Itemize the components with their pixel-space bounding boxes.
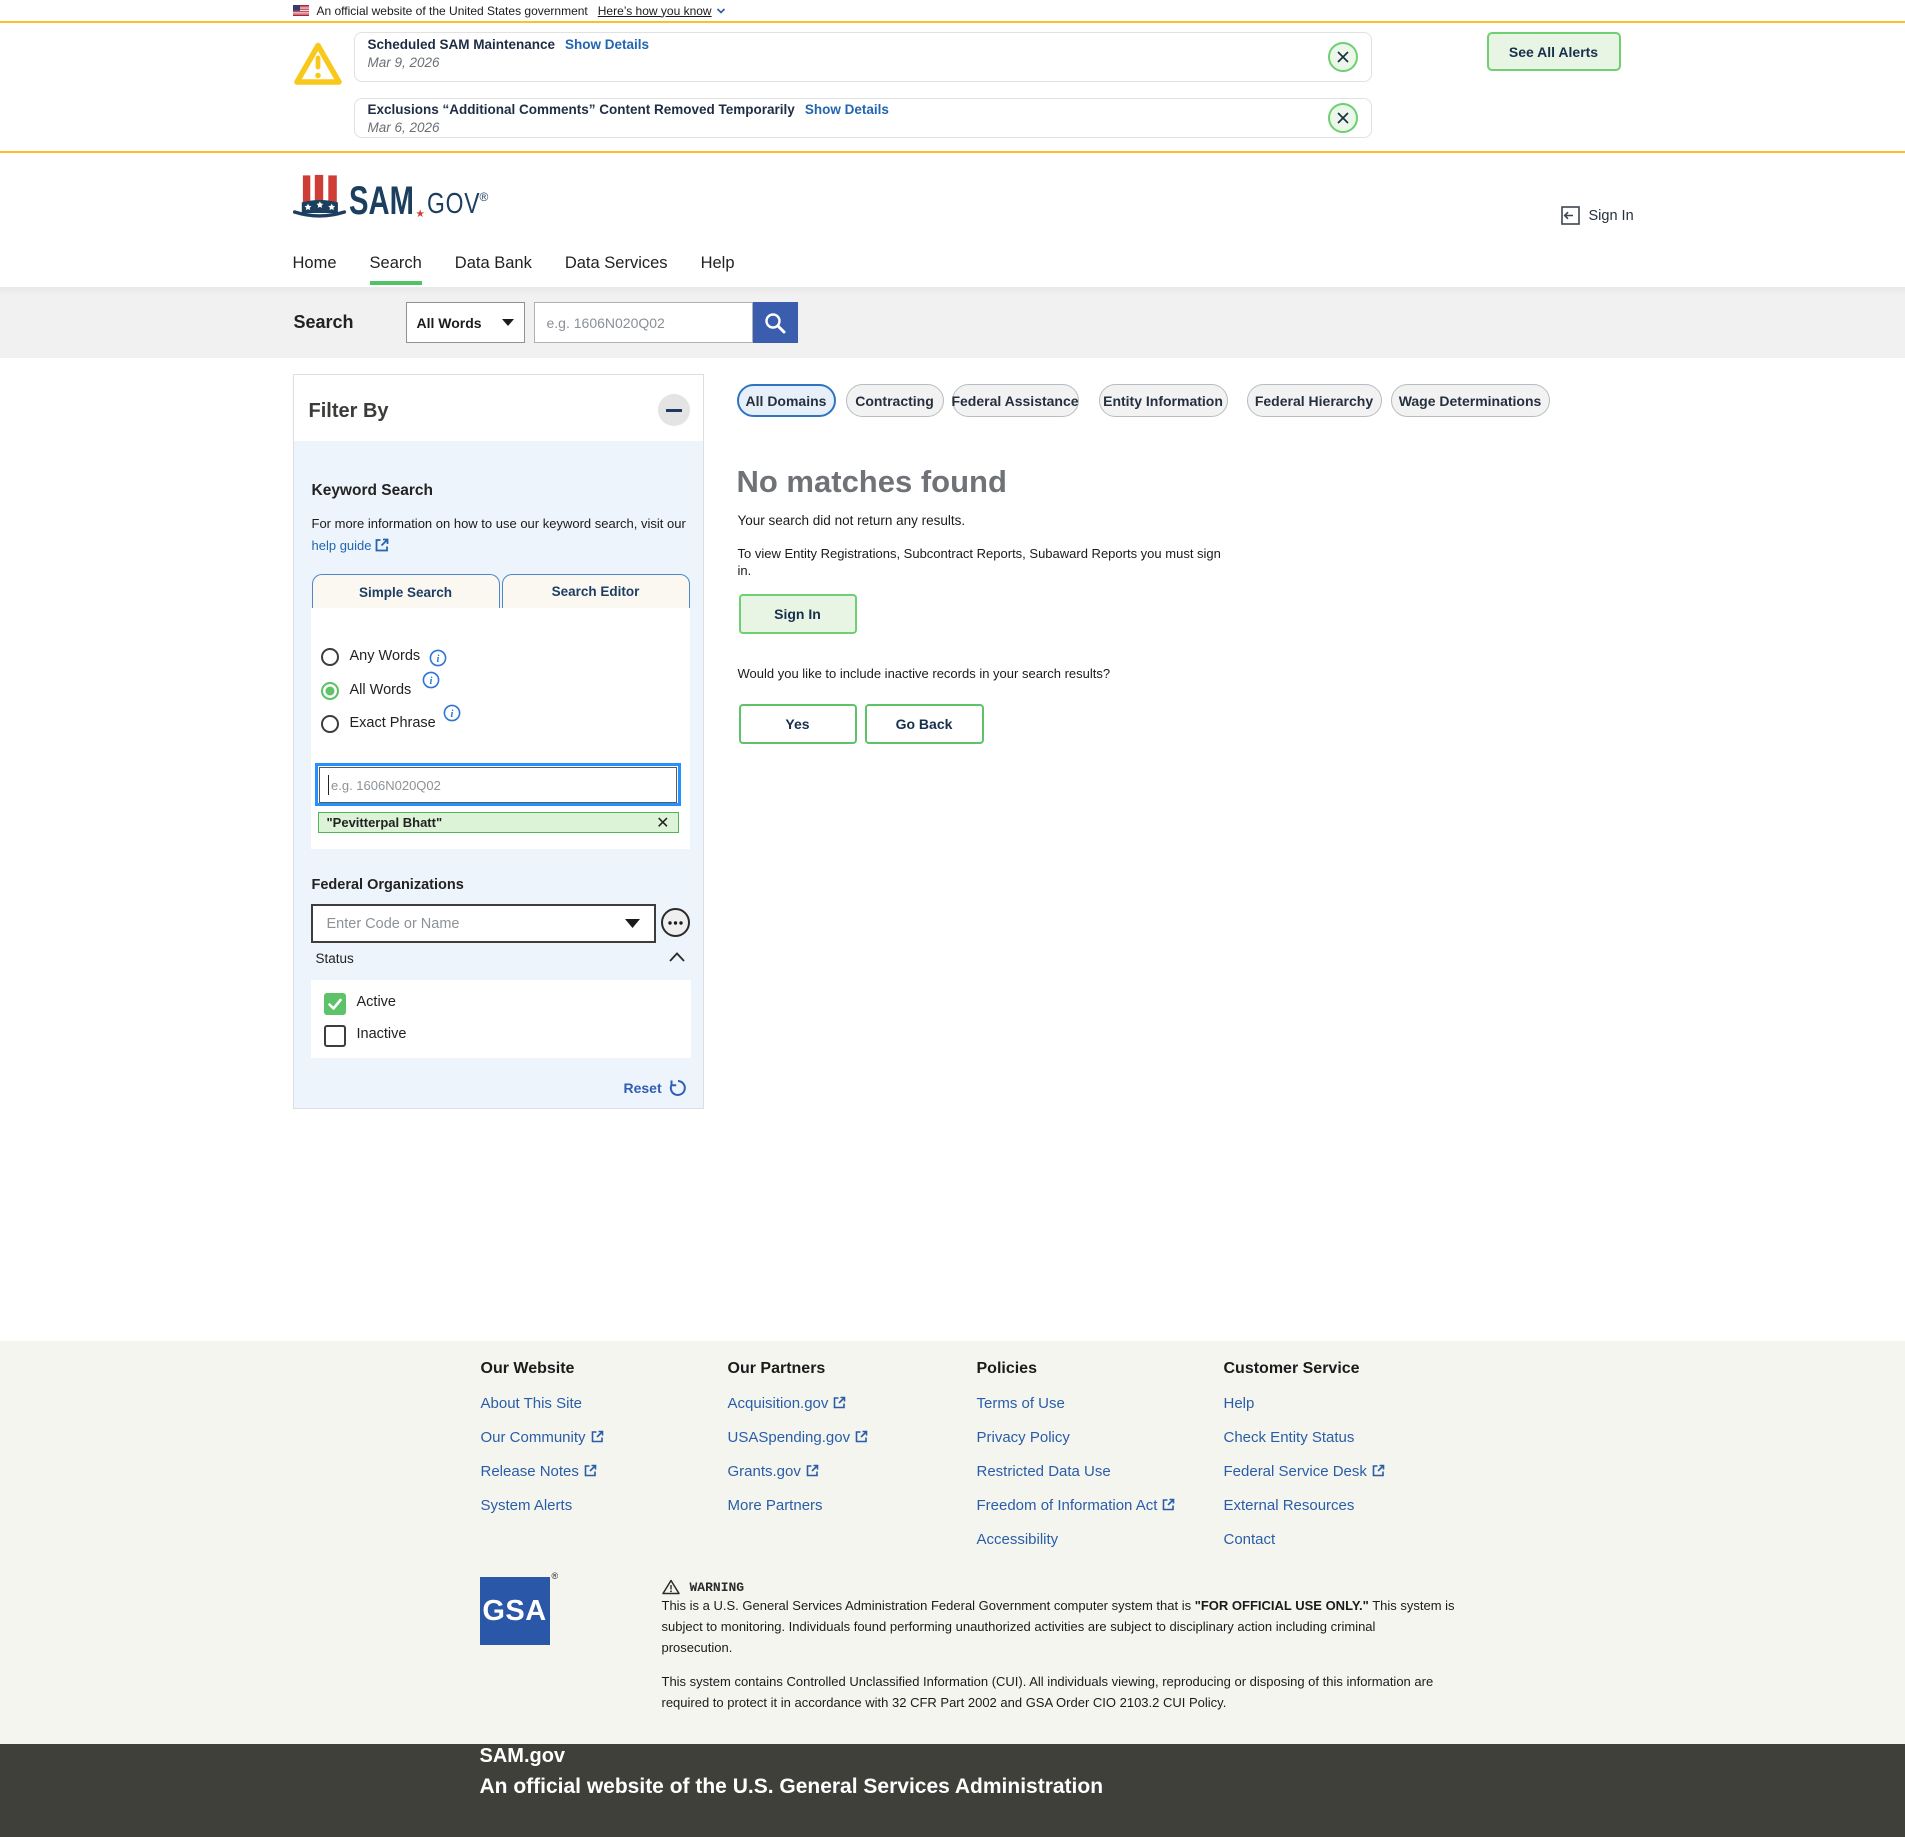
svg-text:i: i xyxy=(436,654,439,665)
svg-text:i: i xyxy=(429,676,432,687)
svg-text:i: i xyxy=(450,709,453,720)
